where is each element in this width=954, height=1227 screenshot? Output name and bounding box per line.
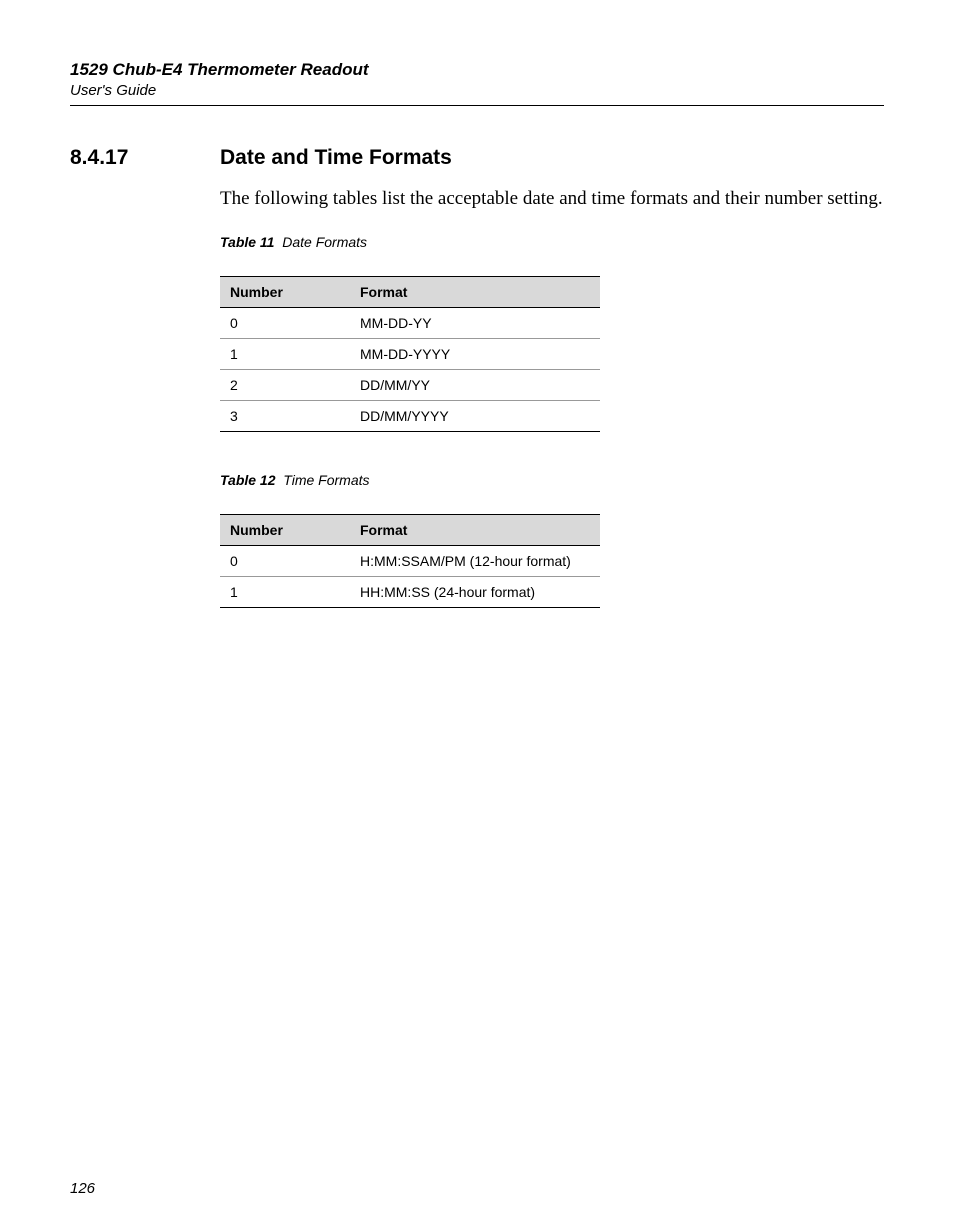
table-header-row: Number Format: [220, 276, 600, 307]
cell-format: DD/MM/YY: [350, 369, 600, 400]
table-row: 1 MM-DD-YYYY: [220, 338, 600, 369]
cell-format: DD/MM/YYYY: [350, 400, 600, 431]
section-heading-row: 8.4.17 Date and Time Formats: [70, 146, 884, 170]
cell-number: 2: [220, 369, 350, 400]
cell-number: 0: [220, 545, 350, 576]
table-date-formats: Number Format 0 MM-DD-YY 1 MM-DD-YYYY 2 …: [220, 276, 600, 432]
cell-format: MM-DD-YYYY: [350, 338, 600, 369]
section-number: 8.4.17: [70, 146, 220, 170]
table12-caption-text: Time Formats: [283, 472, 369, 488]
table-row: 0 H:MM:SSAM/PM (12-hour format): [220, 545, 600, 576]
page-number: 126: [70, 1180, 95, 1197]
table-row: 1 HH:MM:SS (24-hour format): [220, 576, 600, 607]
table-row: 0 MM-DD-YY: [220, 307, 600, 338]
table-row: 3 DD/MM/YYYY: [220, 400, 600, 431]
page-header: 1529 Chub-E4 Thermometer Readout User's …: [70, 60, 884, 106]
col-header-number: Number: [220, 276, 350, 307]
cell-format: HH:MM:SS (24-hour format): [350, 576, 600, 607]
header-subtitle: User's Guide: [70, 82, 884, 99]
cell-format: H:MM:SSAM/PM (12-hour format): [350, 545, 600, 576]
cell-number: 1: [220, 338, 350, 369]
table-time-formats: Number Format 0 H:MM:SSAM/PM (12-hour fo…: [220, 514, 600, 608]
cell-number: 3: [220, 400, 350, 431]
header-divider: [70, 105, 884, 106]
col-header-number: Number: [220, 514, 350, 545]
table11-caption: Table 11 Date Formats: [220, 234, 884, 250]
cell-number: 1: [220, 576, 350, 607]
table-header-row: Number Format: [220, 514, 600, 545]
col-header-format: Format: [350, 514, 600, 545]
section-body: The following tables list the acceptable…: [220, 186, 884, 212]
table12-caption: Table 12 Time Formats: [220, 472, 884, 488]
table12-caption-label: Table 12: [220, 472, 276, 488]
table11-caption-label: Table 11: [220, 234, 274, 250]
section-title: Date and Time Formats: [220, 146, 452, 170]
col-header-format: Format: [350, 276, 600, 307]
cell-format: MM-DD-YY: [350, 307, 600, 338]
cell-number: 0: [220, 307, 350, 338]
header-title: 1529 Chub-E4 Thermometer Readout: [70, 60, 884, 80]
table11-caption-text: Date Formats: [282, 234, 367, 250]
table-row: 2 DD/MM/YY: [220, 369, 600, 400]
